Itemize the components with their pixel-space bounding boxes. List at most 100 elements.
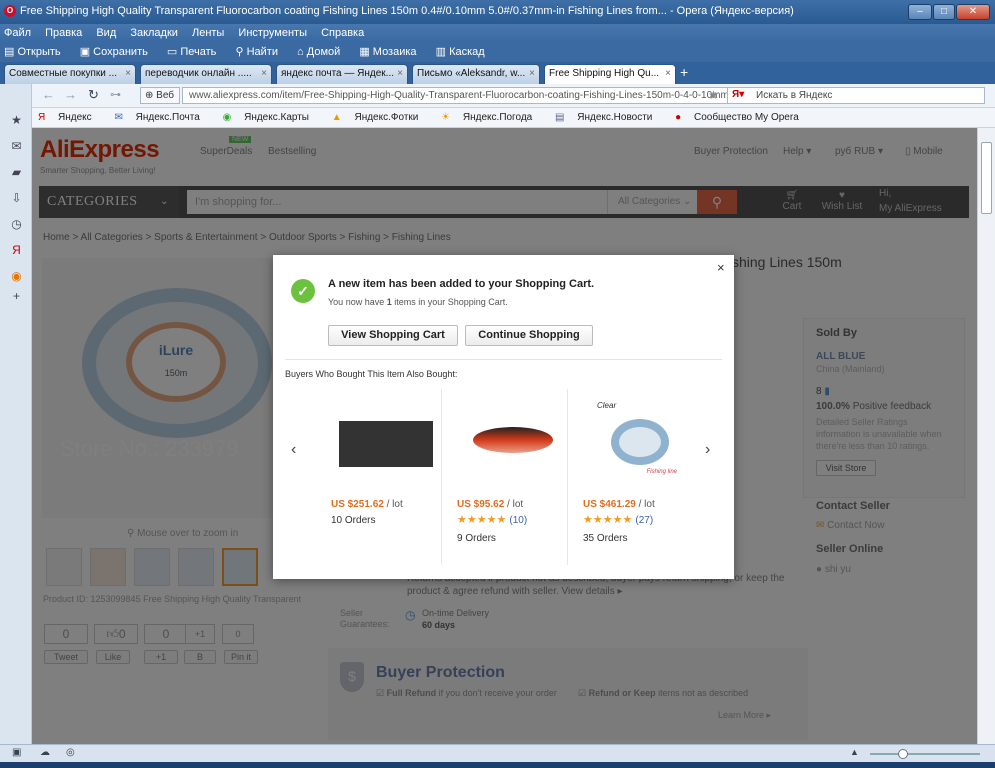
mail-panel-icon[interactable]: ✉ [10,140,23,153]
price-unit: / lot [386,499,403,510]
address-bar: ← → ↻ ⊶ ⊕ Веб www.aliexpress.com/item/Fr… [32,84,995,108]
bookmark-label: Яндекс.Фотки [354,112,419,123]
main-toolbar: ▤ Открыть ▣ Сохранить ▭ Печать ⚲ Найти ⌂… [0,42,995,62]
yandex-panel-icon[interactable]: Я [10,244,23,257]
vertical-scrollbar[interactable] [977,128,995,744]
bookmark-yandex-news[interactable]: ▤ Яндекс.Новости [555,112,662,123]
forward-icon[interactable]: → [64,87,77,102]
close-tab-icon[interactable]: × [665,65,671,83]
maximize-button[interactable]: □ [933,4,955,20]
bookmark-label: Яндекс.Почта [135,112,200,123]
tab-sovmestnye[interactable]: Совместные покупки ... × [4,64,136,84]
tab-translator[interactable]: переводчик онлайн ..... × [140,64,272,84]
chevron-right-icon[interactable]: › [705,441,710,459]
search-placeholder: Искать в Яндекс [756,90,833,101]
close-tab-icon[interactable]: × [261,65,267,83]
notes-panel-icon[interactable]: ▰ [10,166,23,179]
review-count[interactable]: (27) [635,515,653,526]
downloads-panel-icon[interactable]: ⇩ [10,192,23,205]
back-icon[interactable]: ← [42,87,55,102]
bookmarks-panel-icon[interactable]: ★ [10,114,23,127]
search-input[interactable]: Искать в Яндекс [727,87,985,104]
menu-tools[interactable]: Инструменты [238,27,307,39]
menu-help[interactable]: Справка [321,27,364,39]
tile-button[interactable]: ▦ Мозаика [359,46,424,58]
zoom-slider-handle[interactable] [898,749,908,759]
find-label: Найти [246,46,278,58]
menu-edit[interactable]: Правка [45,27,82,39]
close-tab-icon[interactable]: × [397,65,403,83]
bookmark-label: Яндекс.Новости [577,112,653,123]
menu-bookmarks[interactable]: Закладки [130,27,178,39]
zoom-slider[interactable] [870,753,980,755]
bookmark-yandex-photos[interactable]: ▲ Яндекс.Фотки [332,112,429,123]
panel-toggle-icon[interactable]: ▣ [12,747,21,758]
view-cart-button[interactable]: View Shopping Cart [328,325,458,346]
reload-icon[interactable]: ↻ [88,87,99,103]
tab-label: переводчик онлайн ..... [145,68,252,79]
speed-dial-icon[interactable]: ◎ [66,747,75,758]
close-tab-icon[interactable]: × [125,65,131,83]
also-bought-heading: Buyers Who Bought This Item Also Bought: [285,369,458,379]
add-panel-icon[interactable]: + [10,290,23,303]
minimize-button[interactable]: – [908,4,932,20]
close-tab-icon[interactable]: × [529,65,535,83]
print-button[interactable]: ▭ Печать [167,46,225,58]
fishing-line-image: Clear Fishing line [591,397,685,479]
item-price: US $251.62 / lot [331,499,403,510]
url-input[interactable]: www.aliexpress.com/item/Free-Shipping-Hi… [182,87,752,104]
home-button[interactable]: ⌂ Домой [297,46,348,58]
tab-letter[interactable]: Письмо «Aleksandr, w... × [412,64,540,84]
web-badge[interactable]: ⊕ Веб [140,87,180,104]
bookmark-yandex-mail[interactable]: ✉ Яндекс.Почта [114,112,209,123]
tab-aliexpress[interactable]: Free Shipping High Qu... × [544,64,676,84]
cloud-icon[interactable]: ☁ [40,747,50,758]
cart-count-suffix: items in your Shopping Cart. [391,297,508,307]
page-viewport: AliExpress Smarter Shopping, Better Livi… [32,128,977,744]
review-count[interactable]: (10) [509,515,527,526]
find-button[interactable]: ⚲ Найти [235,46,286,58]
swivel-image [339,421,433,467]
menu-view[interactable]: Вид [96,27,116,39]
zoom-up-icon[interactable]: ▲ [850,747,859,757]
close-icon[interactable]: × [717,260,725,275]
open-button[interactable]: ▤ Открыть [4,46,69,58]
continue-shopping-button[interactable]: Continue Shopping [465,325,593,346]
bookmark-label: Яндекс [58,112,92,123]
bookmark-star-icon[interactable]: ★ [708,88,719,102]
fishing-lure-image [465,397,559,479]
key-icon[interactable]: ⊶ [110,88,121,101]
tab-yandex-mail[interactable]: яндекс почта — Яндек... × [276,64,408,84]
item-price: US $461.29 / lot [583,499,655,510]
yandex-search-icon[interactable]: Я▾ [732,89,744,100]
history-panel-icon[interactable]: ◷ [10,218,23,231]
stars: ★★★★★ [583,514,633,526]
odnoklassniki-panel-icon[interactable]: ◉ [10,270,23,283]
cart-count-text: You now have 1 items in your Shopping Ca… [328,297,508,307]
print-label: Печать [180,46,217,58]
bookmark-my-opera[interactable]: ● Сообщество My Opera [675,112,809,123]
close-window-button[interactable]: ✕ [956,4,990,20]
save-button[interactable]: ▣ Сохранить [80,46,156,58]
cascade-button[interactable]: ▥ Каскад [436,46,493,58]
tab-label: Совместные покупки ... [9,68,118,79]
bookmark-label: Яндекс.Карты [244,112,309,123]
taskbar [0,762,995,768]
menu-file[interactable]: Файл [4,27,31,39]
window-titlebar: Free Shipping High Quality Transparent F… [0,0,995,24]
bookmark-yandex-maps[interactable]: ◉ Яндекс.Карты [223,112,319,123]
divider [285,359,722,360]
menu-feeds[interactable]: Ленты [192,27,224,39]
chevron-left-icon[interactable]: ‹ [291,441,296,459]
bookmark-yandex[interactable]: Я Яндекс [38,112,102,123]
recommended-item[interactable]: US $251.62 / lot 10 Orders [331,393,441,561]
bookmark-yandex-weather[interactable]: ☀ Яндекс.Погода [441,112,542,123]
scrollbar-thumb[interactable] [981,142,992,214]
recommended-item[interactable]: US $95.62 / lot ★★★★★ (10) 9 Orders [457,393,567,561]
new-tab-button[interactable]: + [680,64,688,80]
price-unit: / lot [507,499,524,510]
bookmark-label: Яндекс.Погода [462,112,533,123]
recommended-item[interactable]: Clear Fishing line US $461.29 / lot ★★★★… [583,393,693,561]
cascade-label: Каскад [449,46,485,58]
side-panel: ★ ✉ ▰ ⇩ ◷ Я ◉ + [0,84,32,744]
